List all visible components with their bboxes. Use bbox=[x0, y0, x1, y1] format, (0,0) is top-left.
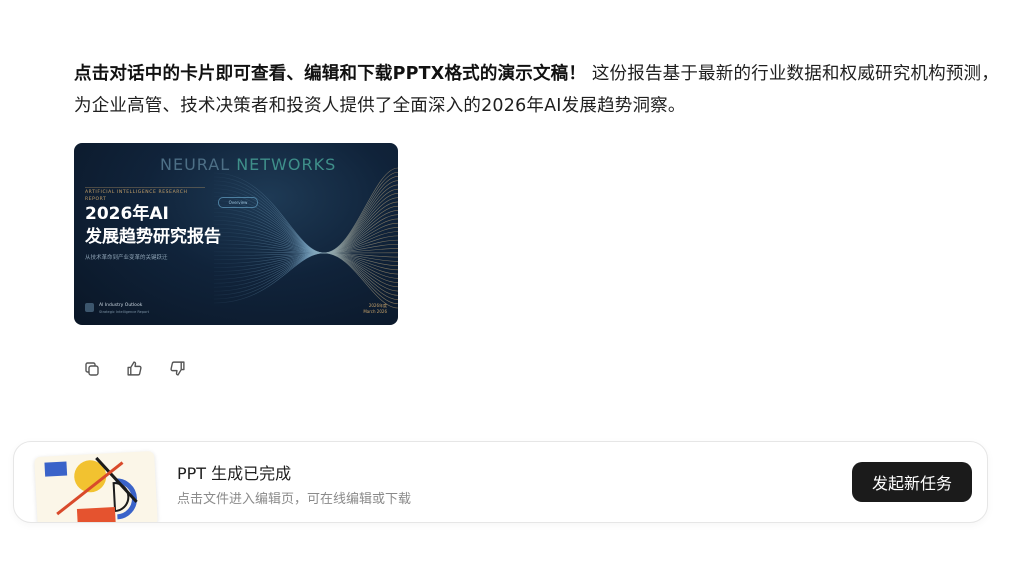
slide-footer-right: 2026年度 March 2026 bbox=[363, 303, 387, 314]
abstract-art-icon bbox=[44, 456, 138, 522]
dislike-button[interactable] bbox=[168, 359, 187, 378]
status-title: PPT 生成已完成 bbox=[177, 464, 292, 483]
slide-brand-text: NEURAL NETWORKS bbox=[160, 155, 337, 174]
status-subtitle: 点击文件进入编辑页，可在线编辑或下载 bbox=[177, 492, 412, 507]
wave-line bbox=[213, 252, 398, 305]
copy-button[interactable] bbox=[82, 359, 101, 378]
wave-line bbox=[213, 167, 398, 254]
like-button[interactable] bbox=[125, 359, 144, 378]
wave-line bbox=[213, 252, 398, 300]
slide-logo-icon bbox=[85, 303, 94, 312]
wave-line bbox=[213, 176, 398, 254]
copy-icon bbox=[84, 361, 99, 376]
slide-footer-left: AI Industry Outlook Strategic Intelligen… bbox=[99, 303, 150, 314]
slide-pill: Overview bbox=[218, 197, 258, 208]
slide-tag: ARTIFICIAL INTELLIGENCE RESEARCH REPORT bbox=[85, 187, 205, 203]
message-actions bbox=[82, 359, 187, 378]
slide-title: 2026年AI 发展趋势研究报告 bbox=[85, 204, 221, 247]
completion-status-bar: PPT 生成已完成 点击文件进入编辑页，可在线编辑或下载 发起新任务 bbox=[13, 441, 988, 523]
slide-preview-card[interactable]: NEURAL NETWORKS ARTIFICIAL INTELLIGENCE … bbox=[74, 143, 398, 325]
thumbs-down-icon bbox=[170, 361, 185, 376]
message-bold-text: 点击对话中的卡片即可查看、编辑和下载PPTX格式的演示文稿！ bbox=[74, 64, 587, 84]
ppt-thumbnail-icon[interactable] bbox=[34, 450, 158, 522]
slide-subtitle: 从技术革命到产业变革的关键跃迁 bbox=[85, 255, 168, 261]
thumbs-up-icon bbox=[127, 361, 142, 376]
assistant-message: 点击对话中的卡片即可查看、编辑和下载PPTX格式的演示文稿！ 这份报告基于最新的… bbox=[74, 58, 1004, 122]
new-task-button[interactable]: 发起新任务 bbox=[852, 462, 972, 502]
